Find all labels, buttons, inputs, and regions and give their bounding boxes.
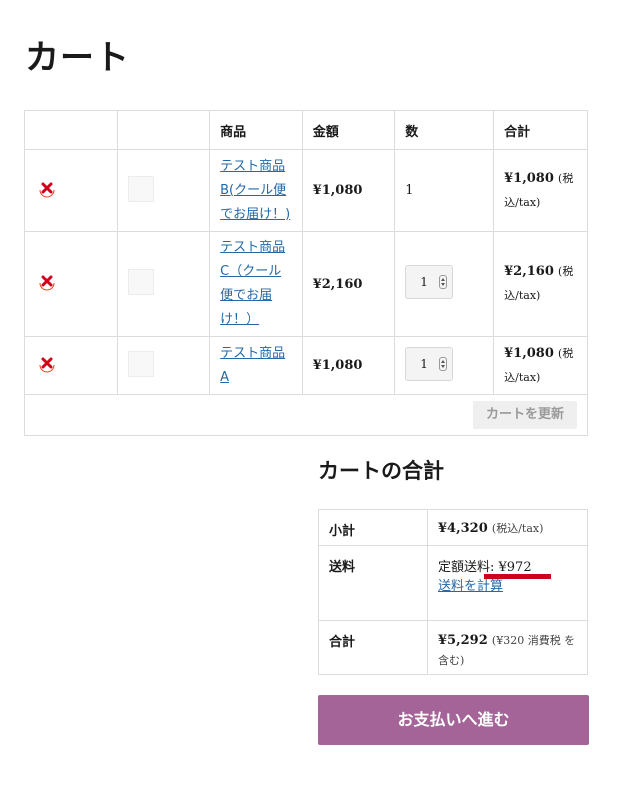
item-subtotal: ¥1,080 [504,170,554,186]
shipping-label: 送料 [318,545,428,621]
item-quantity: 1 [405,183,414,198]
subtotal-row: 小計 ¥4,320 (税込/tax) [318,509,588,546]
header-product: 商品 [209,110,303,150]
remove-item-icon[interactable] [37,179,57,199]
cart-actions-row: カートを更新 [24,394,588,436]
cart-table: 商品 金額 数 合計 テスト商品B(クール便でお届け！) ¥1,080 1 ¥1… [24,110,588,436]
header-price: 金額 [301,110,396,150]
shipping-row: 送料 定額送料: ¥972 送料を計算 [318,545,588,621]
product-link[interactable]: テスト商品C（クール便でお届け！） [220,236,292,332]
quantity-value: 1 [420,356,428,371]
quantity-stepper[interactable]: 1 [405,346,454,381]
total-value: ¥5,292 [438,633,488,648]
remove-item-icon[interactable] [37,272,57,292]
page-title: カート [25,38,130,78]
spinner-icon[interactable] [439,356,448,371]
quantity-value: 1 [420,275,428,289]
highlight-underline [484,574,551,579]
header-remove [24,110,118,150]
item-price: ¥2,160 [312,276,363,292]
subtotal-note: (税込/tax) [491,522,544,535]
cart-totals-title: カートの合計 [318,459,444,483]
cart-row: テスト商品B(クール便でお届け！) ¥1,080 1 ¥1,080 (税込/ta… [24,149,588,232]
header-thumbnail [116,110,211,150]
item-subtotal: ¥2,160 [504,264,554,279]
cart-row: テスト商品A ¥1,080 1 ¥1,080 (税込/tax) [24,336,588,395]
shipping-value: 定額送料: ¥972 [438,560,532,575]
update-cart-button[interactable]: カートを更新 [472,401,577,429]
subtotal-label: 小計 [318,509,428,546]
subtotal-value: ¥4,320 [438,521,488,536]
proceed-to-checkout-button[interactable]: お支払いへ進む [318,695,589,745]
product-thumbnail[interactable] [127,269,154,295]
header-subtotal: 合計 [493,110,588,150]
calculate-shipping-link[interactable]: 送料を計算 [438,579,503,594]
product-thumbnail[interactable] [127,175,154,202]
header-quantity: 数 [394,110,495,150]
cart-header-row: 商品 金額 数 合計 [24,110,588,150]
product-link[interactable]: テスト商品B(クール便でお届け！) [220,155,292,227]
total-row: 合計 ¥5,292 (¥320 消費税 を含む) [318,620,588,675]
item-price: ¥1,080 [312,358,363,373]
item-subtotal: ¥1,080 [504,345,554,361]
cart-totals-table: 小計 ¥4,320 (税込/tax) 送料 定額送料: ¥972 送料を計算 合計… [318,509,588,675]
cart-row: テスト商品C（クール便でお届け！） ¥2,160 1 ¥2,160 (税込/ta… [24,231,588,337]
spinner-icon[interactable] [439,275,448,289]
quantity-stepper[interactable]: 1 [405,265,454,299]
item-price: ¥1,080 [312,183,363,198]
total-label: 合計 [318,620,428,675]
product-link[interactable]: テスト商品A [220,342,292,390]
remove-item-icon[interactable] [37,354,57,374]
product-thumbnail[interactable] [127,350,154,377]
